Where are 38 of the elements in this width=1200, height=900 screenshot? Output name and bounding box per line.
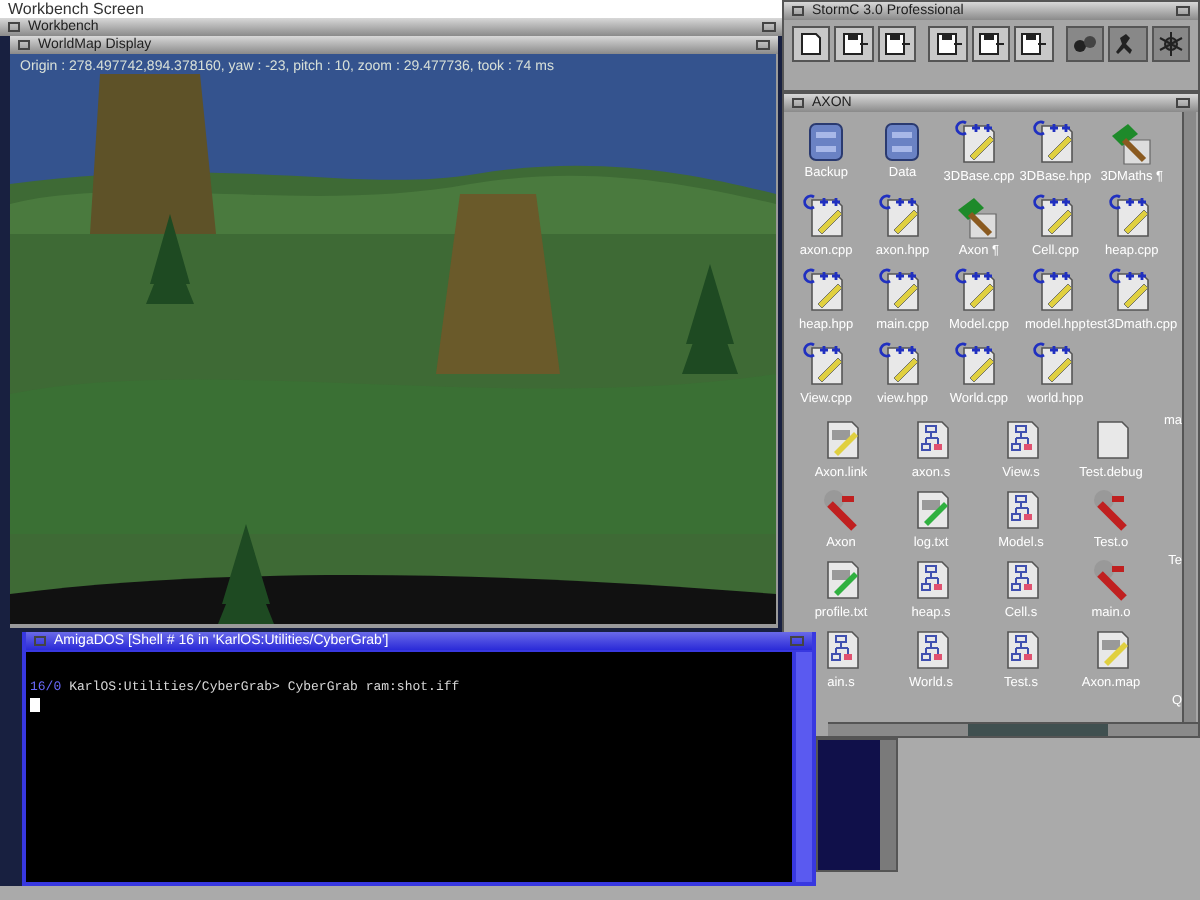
- screen-title: Workbench Screen: [8, 0, 144, 18]
- plus-plus-logo-icon: [1032, 342, 1071, 358]
- floppy-icon: [977, 32, 1004, 56]
- plus-plus-logo-icon: [880, 342, 918, 358]
- drawer-icon: [806, 120, 847, 164]
- depth-gadget-icon[interactable]: [1176, 98, 1190, 108]
- plus-plus-logo-icon: [1109, 194, 1148, 210]
- plus-plus-logo-icon: [956, 342, 995, 358]
- horizontal-scrollbar[interactable]: [828, 722, 1198, 736]
- toolbar-button[interactable]: [928, 26, 968, 62]
- vertical-scrollbar[interactable]: [796, 652, 812, 882]
- hammer-icon: [954, 194, 1003, 242]
- text-cursor: [30, 698, 40, 712]
- plus-plus-logo-icon: [880, 268, 918, 284]
- plus-plus-logo-icon: [880, 194, 918, 210]
- drawer-icon: [882, 120, 923, 164]
- plus-plus-logo-icon: [803, 268, 842, 284]
- close-gadget-icon[interactable]: [792, 98, 804, 108]
- vertical-scrollbar[interactable]: [1182, 112, 1196, 722]
- plus-plus-logo-icon: [956, 120, 995, 136]
- plus-plus-logo-icon: [1032, 120, 1071, 136]
- hammer-icon: [1107, 120, 1156, 168]
- plus-plus-logo-icon: [1032, 194, 1071, 210]
- plus-plus-logo-icon: [1109, 268, 1148, 284]
- document-icon: [798, 32, 825, 56]
- plus-plus-logo-icon: [803, 194, 842, 210]
- toolbar-button[interactable]: [792, 26, 831, 62]
- plus-plus-logo-icon: [956, 268, 995, 284]
- toolbar-button[interactable]: [877, 26, 917, 62]
- close-gadget-icon[interactable]: [792, 6, 804, 16]
- toolbar-button[interactable]: [1151, 26, 1190, 62]
- toolbar-button[interactable]: [1014, 26, 1054, 62]
- toolbar-button[interactable]: [971, 26, 1011, 62]
- plus-plus-logo-icon: [1032, 268, 1071, 284]
- plus-plus-logo-icon: [803, 342, 842, 358]
- toolbar-button[interactable]: [1065, 26, 1105, 62]
- toolbar-button[interactable]: [834, 26, 874, 62]
- depth-gadget-icon[interactable]: [1176, 6, 1190, 16]
